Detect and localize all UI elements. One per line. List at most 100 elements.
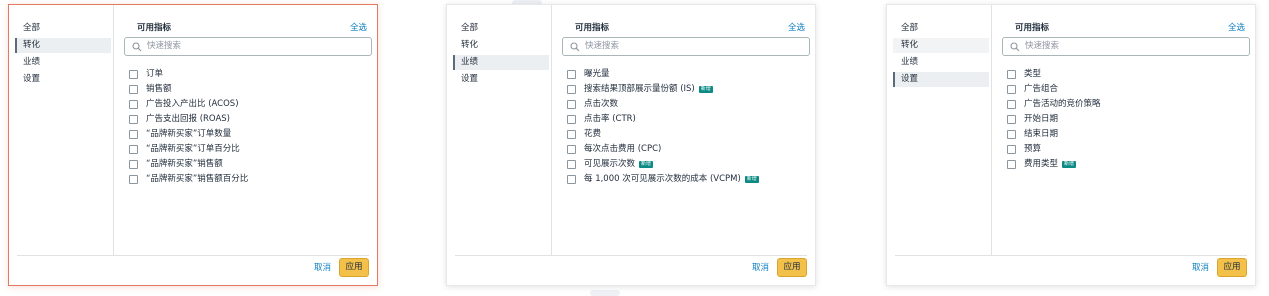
metric-item[interactable]: “品牌新买家”订单百分比: [129, 142, 374, 157]
metric-label: 每次点击费用 (CPC): [584, 144, 662, 154]
sidebar-item-all[interactable]: 全部: [15, 21, 111, 36]
search-input[interactable]: 快速搜索: [124, 37, 372, 56]
sidebar-item-performance[interactable]: 业绩: [453, 55, 549, 70]
divider-mark: [590, 290, 620, 296]
cancel-button[interactable]: 取消: [752, 262, 769, 274]
checkbox[interactable]: [1007, 145, 1016, 154]
footer-divider: [455, 255, 807, 256]
search-icon: [1010, 42, 1020, 52]
metric-label: 费用类型: [1024, 159, 1059, 169]
sidebar-item-conversion[interactable]: 转化: [893, 38, 989, 53]
search-placeholder: 快速搜索: [585, 41, 620, 51]
checkbox[interactable]: [1007, 130, 1016, 139]
metric-item[interactable]: 广告活动的竞价策略: [1007, 97, 1252, 112]
metric-label: 点击率 (CTR): [584, 114, 636, 124]
metric-item[interactable]: 广告支出回报 (ROAS): [129, 112, 374, 127]
sidebar-item-performance[interactable]: 业绩: [893, 55, 989, 70]
checkbox[interactable]: [1007, 115, 1016, 124]
sidebar-item-performance[interactable]: 业绩: [15, 55, 111, 70]
metric-item[interactable]: 点击次数: [567, 97, 812, 112]
select-all-link[interactable]: 全选: [350, 21, 367, 33]
new-badge: 新增: [744, 176, 759, 183]
select-all-link[interactable]: 全选: [788, 21, 805, 33]
metric-item[interactable]: “品牌新买家”订单数量: [129, 127, 374, 142]
metric-label: “品牌新买家”订单数量: [146, 129, 232, 139]
checkbox[interactable]: [129, 70, 138, 79]
apply-button[interactable]: 应用: [777, 258, 807, 277]
checkbox[interactable]: [567, 145, 576, 154]
sidebar-item-settings[interactable]: 设置: [15, 72, 111, 87]
metric-item[interactable]: 广告组合: [1007, 82, 1252, 97]
metric-item[interactable]: 结束日期: [1007, 127, 1252, 142]
checkbox[interactable]: [129, 160, 138, 169]
metric-item[interactable]: 预算: [1007, 142, 1252, 157]
checkbox[interactable]: [567, 100, 576, 109]
metric-item[interactable]: 开始日期: [1007, 112, 1252, 127]
checkbox[interactable]: [1007, 70, 1016, 79]
metric-label: “品牌新买家”销售额百分比: [146, 174, 249, 184]
available-metrics-title: 可用指标: [137, 23, 172, 33]
checkbox[interactable]: [567, 85, 576, 94]
metric-item[interactable]: 费用类型 新增: [1007, 157, 1252, 172]
metric-label: 开始日期: [1024, 114, 1059, 124]
checkbox[interactable]: [567, 130, 576, 139]
footer-divider: [895, 255, 1247, 256]
metric-item[interactable]: 曝光量: [567, 67, 812, 82]
metric-item[interactable]: 销售额: [129, 82, 374, 97]
checkbox[interactable]: [129, 175, 138, 184]
metric-item[interactable]: 订单: [129, 67, 374, 82]
metric-item[interactable]: 花费: [567, 127, 812, 142]
sidebar-item-all[interactable]: 全部: [893, 21, 989, 36]
category-sidebar: 全部 转化 业绩 设置: [887, 5, 992, 255]
cancel-button[interactable]: 取消: [1192, 262, 1209, 274]
metric-item[interactable]: 每次点击费用 (CPC): [567, 142, 812, 157]
checkbox[interactable]: [567, 70, 576, 79]
metrics-panel-performance: 全部 转化 业绩 设置 可用指标 全选 快速搜索 曝光量 搜索结果顶部展示量份额…: [446, 4, 816, 286]
checkbox[interactable]: [129, 100, 138, 109]
metric-item[interactable]: 每 1,000 次可见展示次数的成本 (VCPM) 新增: [567, 172, 812, 187]
checkbox[interactable]: [1007, 100, 1016, 109]
metric-label: 可见展示次数: [584, 159, 636, 169]
metric-item[interactable]: “品牌新买家”销售额: [129, 157, 374, 172]
search-input[interactable]: 快速搜索: [1002, 37, 1250, 56]
checkbox[interactable]: [129, 85, 138, 94]
checkbox[interactable]: [567, 115, 576, 124]
metric-item[interactable]: 点击率 (CTR): [567, 112, 812, 127]
sidebar-item-settings[interactable]: 设置: [453, 72, 549, 87]
metric-label: 广告支出回报 (ROAS): [146, 114, 230, 124]
category-sidebar: 全部 转化 业绩 设置: [9, 5, 114, 255]
checkbox[interactable]: [129, 145, 138, 154]
metric-label: 销售额: [146, 84, 172, 94]
metric-item[interactable]: 类型: [1007, 67, 1252, 82]
metric-item[interactable]: 搜索结果顶部展示量份额 (IS) 新增: [567, 82, 812, 97]
metrics-list: 曝光量 搜索结果顶部展示量份额 (IS) 新增 点击次数 点击率 (CTR) 花费…: [567, 67, 812, 187]
search-placeholder: 快速搜索: [147, 41, 182, 51]
checkbox[interactable]: [567, 160, 576, 169]
metric-label: 类型: [1024, 69, 1042, 79]
checkbox[interactable]: [567, 175, 576, 184]
sidebar-item-conversion[interactable]: 转化: [15, 38, 111, 53]
metric-label: “品牌新买家”订单百分比: [146, 144, 240, 154]
checkbox[interactable]: [1007, 85, 1016, 94]
metric-label: 预算: [1024, 144, 1042, 154]
metric-item[interactable]: “品牌新买家”销售额百分比: [129, 172, 374, 187]
category-sidebar: 全部 转化 业绩 设置: [447, 5, 552, 255]
metric-label: 搜索结果顶部展示量份额 (IS): [584, 84, 695, 94]
metric-label: 结束日期: [1024, 129, 1059, 139]
checkbox[interactable]: [129, 115, 138, 124]
sidebar-item-settings[interactable]: 设置: [893, 72, 989, 87]
apply-button[interactable]: 应用: [1217, 258, 1247, 277]
new-badge: 新增: [1062, 161, 1077, 168]
metric-label: 广告活动的竞价策略: [1024, 99, 1101, 109]
checkbox[interactable]: [129, 130, 138, 139]
cancel-button[interactable]: 取消: [314, 262, 331, 274]
checkbox[interactable]: [1007, 160, 1016, 169]
sidebar-item-conversion[interactable]: 转化: [453, 38, 549, 53]
select-all-link[interactable]: 全选: [1228, 21, 1245, 33]
search-icon: [570, 42, 580, 52]
apply-button[interactable]: 应用: [339, 258, 369, 277]
metric-item[interactable]: 可见展示次数 新增: [567, 157, 812, 172]
metric-item[interactable]: 广告投入产出比 (ACOS): [129, 97, 374, 112]
search-input[interactable]: 快速搜索: [562, 37, 810, 56]
sidebar-item-all[interactable]: 全部: [453, 21, 549, 36]
